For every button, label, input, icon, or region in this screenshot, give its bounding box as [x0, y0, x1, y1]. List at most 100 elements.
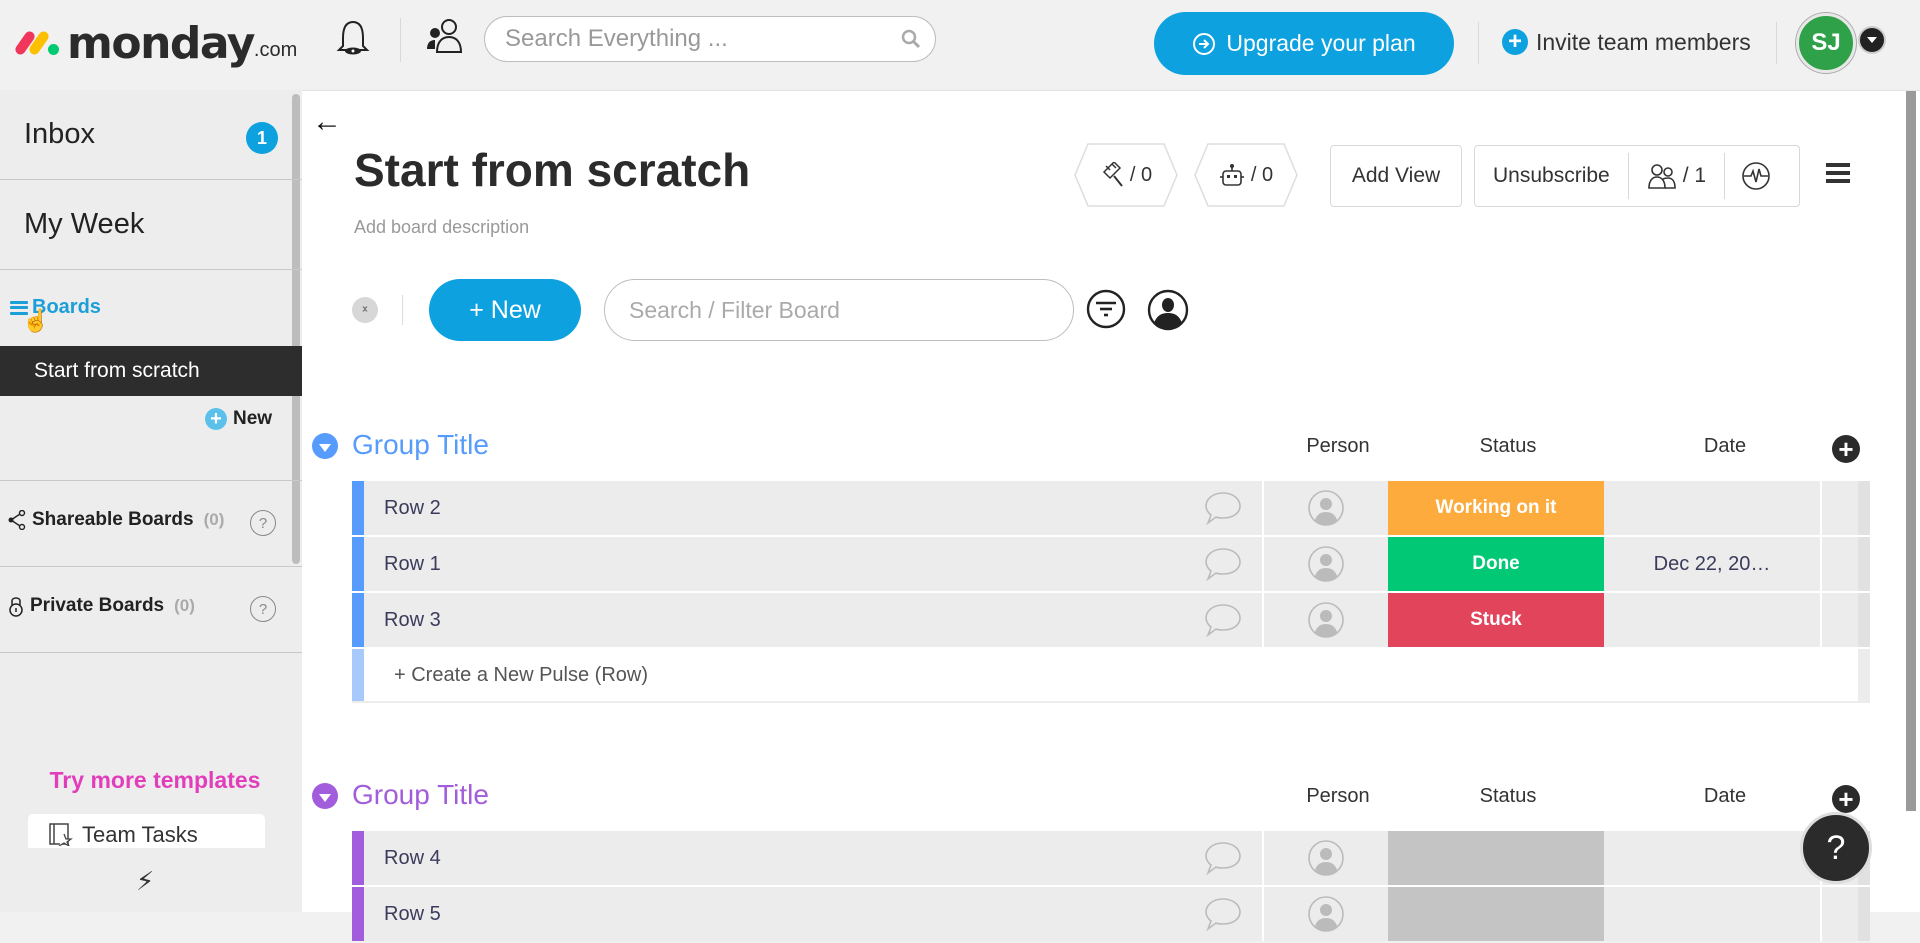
activity-button[interactable] [1725, 146, 1787, 206]
template-team-tasks[interactable]: Team Tasks [28, 814, 265, 848]
help-icon[interactable]: ? [250, 510, 276, 536]
chevron-down-icon[interactable] [1858, 26, 1886, 54]
group-2: Group Title Person Status Date + Row 4 R… [312, 771, 1872, 941]
comment-icon[interactable] [1184, 593, 1264, 647]
help-icon[interactable]: ? [250, 596, 276, 622]
shareable-boards-label: Shareable Boards [32, 509, 194, 530]
column-header-person[interactable]: Person [1276, 435, 1400, 458]
board-members-button[interactable]: / 1 [1629, 146, 1724, 206]
board-actions-group: Unsubscribe / 1 [1474, 145, 1800, 207]
date-cell[interactable]: Dec 22, 20… [1604, 537, 1822, 591]
row-name[interactable]: Row 3 [364, 593, 1184, 647]
global-search[interactable] [484, 16, 936, 62]
row-color-bar [352, 831, 364, 885]
add-view-button[interactable]: Add View [1330, 145, 1462, 207]
add-view-label: Add View [1351, 164, 1441, 187]
comment-icon[interactable] [1184, 831, 1264, 885]
sidebar-item-my-week[interactable]: My Week [0, 180, 302, 270]
row-name[interactable]: Row 4 [364, 831, 1184, 885]
logo-mark-icon [13, 29, 59, 57]
person-placeholder-icon [1308, 840, 1344, 876]
plus-circle-icon: + [1502, 29, 1528, 55]
group-header: Group Title Person Status Date + [312, 771, 1872, 821]
add-column-icon[interactable]: + [1832, 435, 1860, 463]
sidebar-board-start-from-scratch[interactable]: Start from scratch [0, 346, 302, 396]
status-cell[interactable]: Working on it [1388, 481, 1604, 535]
date-cell[interactable] [1604, 593, 1822, 647]
table-row[interactable]: Row 1 Done Dec 22, 20… [352, 537, 1870, 591]
user-avatar[interactable]: SJ [1796, 13, 1856, 73]
column-header-date[interactable]: Date [1616, 785, 1834, 808]
person-placeholder-icon [1308, 602, 1344, 638]
divider [400, 18, 401, 62]
date-cell[interactable] [1604, 831, 1822, 885]
group-title[interactable]: Group Title [352, 429, 489, 461]
table-row[interactable]: Row 5 [352, 887, 1870, 941]
column-header-status[interactable]: Status [1400, 785, 1616, 808]
table-row[interactable]: Row 4 [352, 831, 1870, 885]
people-icon[interactable] [424, 16, 464, 56]
status-cell[interactable] [1388, 887, 1604, 941]
person-filter-icon[interactable] [1147, 289, 1189, 331]
share-icon [8, 510, 26, 530]
table-row[interactable]: Row 2 Working on it [352, 481, 1870, 535]
column-header-person[interactable]: Person [1276, 785, 1400, 808]
status-cell[interactable]: Done [1388, 537, 1604, 591]
person-cell[interactable] [1264, 481, 1388, 535]
column-header-date[interactable]: Date [1616, 435, 1834, 458]
column-header-status[interactable]: Status [1400, 435, 1616, 458]
status-cell[interactable] [1388, 831, 1604, 885]
comment-icon[interactable] [1184, 887, 1264, 941]
back-arrow-icon[interactable]: ← [312, 105, 342, 139]
board-filter-input[interactable] [604, 279, 1074, 341]
sidebar-item-inbox[interactable]: Inbox 1 [0, 90, 302, 180]
unsubscribe-button[interactable]: Unsubscribe [1475, 146, 1628, 206]
members-count: / 1 [1682, 164, 1707, 187]
board-title[interactable]: Start from scratch [354, 143, 750, 197]
new-board-button[interactable]: + New [205, 408, 272, 430]
date-cell[interactable] [1604, 887, 1822, 941]
help-button[interactable]: ? [1800, 812, 1872, 884]
table-row[interactable]: Row 3 Stuck [352, 593, 1870, 647]
person-cell[interactable] [1264, 887, 1388, 941]
add-column-icon[interactable]: + [1832, 785, 1860, 813]
comment-icon[interactable] [1184, 537, 1264, 591]
top-bar: monday .com Upgrade your plan + Invite t… [0, 0, 1920, 90]
status-cell[interactable]: Stuck [1388, 593, 1604, 647]
person-cell[interactable] [1264, 537, 1388, 591]
upgrade-plan-button[interactable]: Upgrade your plan [1154, 12, 1454, 75]
inbox-count-badge: 1 [246, 122, 278, 154]
integrations-button[interactable]: / 0 [1074, 143, 1178, 207]
row-name[interactable]: Row 1 [364, 537, 1184, 591]
row-name[interactable]: Row 2 [364, 481, 1184, 535]
create-new-pulse-row[interactable]: + Create a New Pulse (Row) [352, 649, 1870, 703]
try-more-templates-heading[interactable]: Try more templates [0, 767, 310, 794]
create-new-pulse-label: + Create a New Pulse (Row) [394, 663, 648, 686]
comment-icon[interactable] [1184, 481, 1264, 535]
divider [1478, 22, 1479, 64]
date-cell[interactable] [1604, 481, 1822, 535]
board-description[interactable]: Add board description [354, 217, 529, 238]
group-collapse-icon[interactable] [312, 783, 338, 809]
lightning-icon[interactable]: ⚡︎ [136, 866, 154, 897]
new-item-button[interactable]: + New [429, 279, 581, 341]
global-search-input[interactable] [505, 17, 885, 61]
person-cell[interactable] [1264, 593, 1388, 647]
row-color-bar [352, 887, 364, 941]
private-boards-section[interactable]: Private Boards (0) [8, 595, 195, 617]
group-collapse-icon[interactable] [312, 433, 338, 459]
person-cell[interactable] [1264, 831, 1388, 885]
search-icon[interactable] [901, 29, 921, 49]
board-menu-icon[interactable] [1826, 163, 1850, 183]
shareable-boards-section[interactable]: Shareable Boards (0) [8, 509, 224, 531]
automations-button[interactable]: / 0 [1194, 143, 1298, 207]
main-scrollbar[interactable] [1906, 91, 1916, 811]
group-title[interactable]: Group Title [352, 779, 489, 811]
collapse-header-button[interactable]: ⌄ ⌃ [352, 297, 378, 323]
filter-icon[interactable] [1086, 289, 1126, 329]
row-name[interactable]: Row 5 [364, 887, 1184, 941]
monday-logo[interactable]: monday .com [13, 18, 297, 69]
invite-team-members-button[interactable]: + Invite team members [1502, 22, 1751, 62]
new-board-label: New [233, 408, 273, 429]
notifications-bell-icon[interactable] [335, 18, 371, 58]
